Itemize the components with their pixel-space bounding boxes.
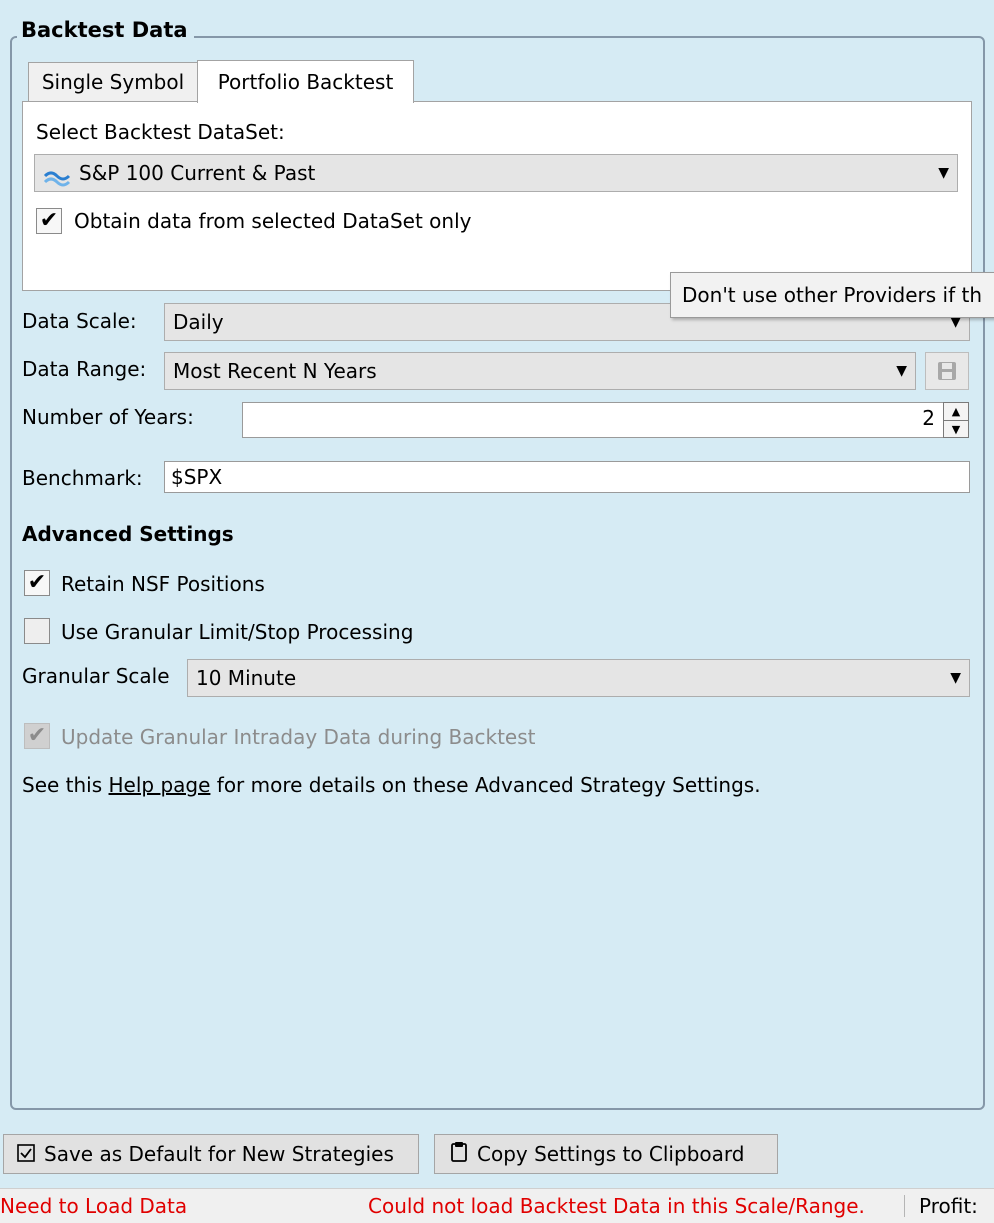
copy-settings-button[interactable]: Copy Settings to Clipboard — [434, 1134, 778, 1174]
status-bar: Need to Load Data Could not load Backtes… — [0, 1188, 994, 1223]
only-selected-label: Obtain data from selected DataSet only — [74, 209, 472, 233]
status-divider — [904, 1195, 905, 1217]
years-label: Number of Years: — [22, 405, 194, 429]
data-range-value: Most Recent N Years — [173, 359, 377, 383]
chevron-down-icon: ▼ — [950, 670, 961, 686]
update-granular-checkbox[interactable]: ✔ — [24, 723, 50, 749]
granular-limit-label: Use Granular Limit/Stop Processing — [61, 620, 414, 644]
spin-down-icon[interactable]: ▼ — [944, 420, 968, 438]
dataset-icon — [43, 163, 71, 191]
data-range-select[interactable]: Most Recent N Years ▼ — [164, 352, 916, 390]
tab-portfolio-backtest[interactable]: Portfolio Backtest — [197, 60, 414, 103]
dataset-selected: S&P 100 Current & Past — [79, 161, 316, 185]
data-scale-value: Daily — [173, 310, 224, 334]
granular-scale-value: 10 Minute — [196, 666, 297, 690]
chevron-down-icon: ▼ — [938, 165, 949, 181]
dataset-select[interactable]: S&P 100 Current & Past ▼ — [34, 154, 958, 192]
years-input[interactable]: 2 — [242, 402, 944, 438]
granular-scale-label: Granular Scale — [22, 664, 170, 688]
save-default-button[interactable]: Save as Default for New Strategies — [3, 1134, 419, 1174]
help-text: See this Help page for more details on t… — [22, 772, 761, 798]
granular-scale-select[interactable]: 10 Minute ▼ — [187, 659, 970, 697]
help-prefix: See this — [22, 773, 109, 797]
status-error: Could not load Backtest Data in this Sca… — [368, 1194, 865, 1218]
status-profit: Profit: — [919, 1194, 978, 1218]
save-default-label: Save as Default for New Strategies — [44, 1142, 394, 1166]
save-disk-icon — [937, 361, 957, 386]
tooltip: Don't use other Providers if th — [670, 272, 994, 318]
checkbox-square-icon — [16, 1137, 36, 1175]
years-stepper[interactable]: ▲ ▼ — [943, 402, 969, 438]
copy-settings-label: Copy Settings to Clipboard — [477, 1142, 745, 1166]
tab-single-symbol[interactable]: Single Symbol — [28, 62, 198, 102]
granular-limit-checkbox[interactable] — [24, 618, 50, 644]
help-suffix: for more details on these Advanced Strat… — [210, 773, 761, 797]
update-granular-label: Update Granular Intraday Data during Bac… — [61, 725, 536, 749]
data-range-label: Data Range: — [22, 357, 147, 381]
chevron-down-icon: ▼ — [896, 363, 907, 379]
retain-nsf-checkbox[interactable]: ✔ — [24, 570, 50, 596]
group-title: Backtest Data — [17, 17, 194, 43]
clipboard-icon — [449, 1137, 469, 1175]
only-selected-checkbox[interactable]: ✔ — [36, 208, 62, 234]
status-need-load: Need to Load Data — [0, 1194, 188, 1218]
benchmark-label: Benchmark: — [22, 466, 143, 490]
data-scale-label: Data Scale: — [22, 309, 137, 333]
save-range-button[interactable] — [925, 352, 969, 390]
dataset-label: Select Backtest DataSet: — [36, 120, 285, 144]
advanced-settings-title: Advanced Settings — [22, 522, 234, 546]
help-page-link[interactable]: Help page — [109, 773, 211, 797]
spin-up-icon[interactable]: ▲ — [944, 403, 968, 420]
retain-nsf-label: Retain NSF Positions — [61, 572, 265, 596]
benchmark-input[interactable]: $SPX — [164, 461, 970, 493]
